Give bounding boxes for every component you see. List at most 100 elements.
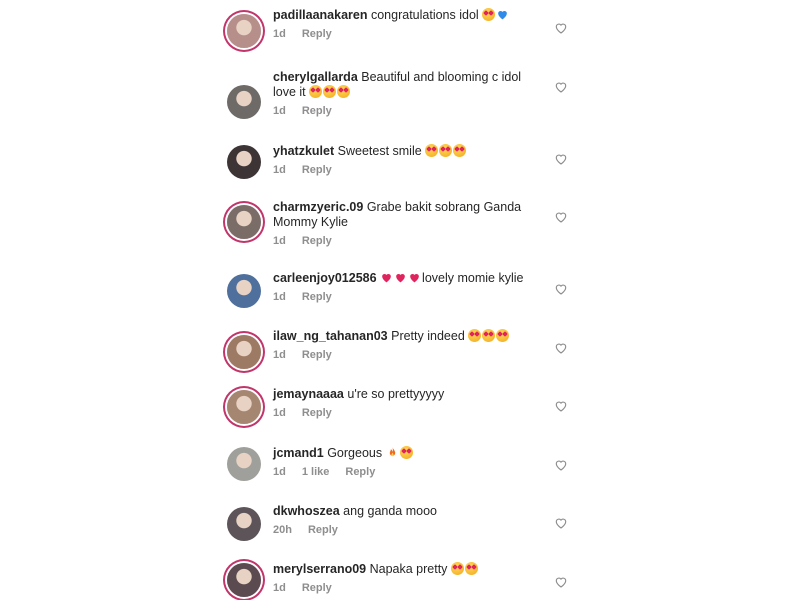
comment-timestamp: 1d bbox=[273, 105, 286, 117]
heart-eyes-emoji-icon bbox=[425, 144, 439, 157]
heart-outline-icon[interactable] bbox=[554, 516, 568, 530]
heart-eyes-emoji-icon bbox=[323, 85, 337, 98]
avatar[interactable] bbox=[227, 507, 261, 541]
heart-eyes-emoji-icon bbox=[468, 329, 482, 342]
heart-eyes-emoji-icon bbox=[482, 329, 496, 342]
comment-timestamp: 1d bbox=[273, 291, 286, 303]
comment-line: padillaanakaren congratulations idol bbox=[273, 8, 538, 23]
red-heart-emoji-icon bbox=[408, 271, 421, 284]
comment-text: Sweetest smile bbox=[337, 144, 422, 158]
comment-timestamp: 1d bbox=[273, 28, 286, 40]
comment-line: cherylgallarda Beautiful and blooming c … bbox=[273, 70, 538, 100]
comment-text: Gorgeous bbox=[327, 446, 383, 460]
comment-emojis bbox=[425, 144, 467, 158]
comment-meta: 1d Reply bbox=[273, 27, 538, 42]
avatar[interactable] bbox=[227, 274, 261, 308]
comment-username[interactable]: cherylgallarda bbox=[273, 70, 358, 84]
heart-outline-icon[interactable] bbox=[554, 341, 568, 355]
comment-line: jemaynaaaa u're so prettyyyyy bbox=[273, 387, 538, 402]
comment-body: padillaanakaren congratulations idol 1d R… bbox=[273, 8, 538, 42]
comments-panel: padillaanakaren congratulations idol 1d R… bbox=[214, 0, 586, 600]
heart-outline-icon[interactable] bbox=[554, 399, 568, 413]
avatar[interactable] bbox=[227, 335, 261, 369]
comment-timestamp: 20h bbox=[273, 524, 292, 536]
comment-body: charmzyeric.09 Grabe bakit sobrang Ganda… bbox=[273, 200, 538, 249]
heart-eyes-emoji-icon bbox=[453, 144, 467, 157]
reply-button[interactable]: Reply bbox=[302, 27, 332, 42]
heart-eyes-emoji-icon bbox=[439, 144, 453, 157]
comment-meta: 1d Reply bbox=[273, 406, 538, 421]
comment-line: dkwhoszea ang ganda mooo bbox=[273, 504, 538, 519]
comment-username[interactable]: jemaynaaaa bbox=[273, 387, 344, 401]
heart-eyes-emoji-icon bbox=[309, 85, 323, 98]
comment-meta: 1d Reply bbox=[273, 234, 538, 249]
reply-button[interactable]: Reply bbox=[345, 465, 375, 480]
comment-text: lovely momie kylie bbox=[422, 271, 524, 285]
comment-timestamp: 1d bbox=[273, 466, 286, 478]
comment-body: cherylgallarda Beautiful and blooming c … bbox=[273, 70, 538, 119]
comment-text: Pretty indeed bbox=[391, 329, 465, 343]
comment-body: jemaynaaaa u're so prettyyyyy 1d Reply bbox=[273, 387, 538, 421]
comment-body: carleenjoy012586 lovely momie kylie 1d Rep… bbox=[273, 271, 538, 305]
comment-emojis bbox=[468, 329, 510, 343]
reply-button[interactable]: Reply bbox=[302, 290, 332, 305]
red-heart-emoji-icon bbox=[380, 271, 393, 284]
comment-timestamp: 1d bbox=[273, 349, 286, 361]
comment-username[interactable]: merylserrano09 bbox=[273, 562, 366, 576]
heart-eyes-emoji-icon bbox=[337, 85, 351, 98]
comment-timestamp: 1d bbox=[273, 164, 286, 176]
comment-emojis bbox=[380, 271, 422, 285]
comment-text: congratulations idol bbox=[370, 8, 479, 22]
comment-timestamp: 1d bbox=[273, 407, 286, 419]
comment-meta: 1d Reply bbox=[273, 104, 538, 119]
reply-button[interactable]: Reply bbox=[302, 104, 332, 119]
comment-emojis bbox=[309, 85, 351, 99]
heart-outline-icon[interactable] bbox=[554, 21, 568, 35]
reply-button[interactable]: Reply bbox=[308, 523, 338, 538]
reply-button[interactable]: Reply bbox=[302, 348, 332, 363]
heart-eyes-emoji-icon bbox=[464, 562, 478, 575]
comment-meta: 1d 1 like Reply bbox=[273, 465, 538, 480]
comment-username[interactable]: ilaw_ng_tahanan03 bbox=[273, 329, 388, 343]
comment-emojis bbox=[450, 562, 479, 576]
heart-eyes-emoji-icon bbox=[496, 329, 510, 342]
comment-username[interactable]: yhatzkulet bbox=[273, 144, 334, 158]
comment-line: jcmand1 Gorgeous bbox=[273, 446, 538, 461]
avatar[interactable] bbox=[227, 85, 261, 119]
comment-username[interactable]: dkwhoszea bbox=[273, 504, 340, 518]
reply-button[interactable]: Reply bbox=[302, 406, 332, 421]
avatar[interactable] bbox=[227, 205, 261, 239]
avatar[interactable] bbox=[227, 145, 261, 179]
avatar[interactable] bbox=[227, 14, 261, 48]
comment-body: dkwhoszea ang ganda mooo 20h Reply bbox=[273, 504, 538, 538]
heart-outline-icon[interactable] bbox=[554, 458, 568, 472]
comment-emojis bbox=[482, 8, 510, 22]
heart-outline-icon[interactable] bbox=[554, 210, 568, 224]
heart-outline-icon[interactable] bbox=[554, 282, 568, 296]
comment-like-count[interactable]: 1 like bbox=[302, 465, 330, 480]
comment-meta: 1d Reply bbox=[273, 163, 538, 178]
comment-username[interactable]: padillaanakaren bbox=[273, 8, 368, 22]
red-heart-emoji-icon bbox=[394, 271, 407, 284]
reply-button[interactable]: Reply bbox=[302, 234, 332, 249]
reply-button[interactable]: Reply bbox=[302, 163, 332, 178]
avatar[interactable] bbox=[227, 390, 261, 424]
comment-meta: 20h Reply bbox=[273, 523, 538, 538]
comment-emojis bbox=[386, 446, 414, 460]
comment-username[interactable]: carleenjoy012586 bbox=[273, 271, 377, 285]
comment-username[interactable]: charmzyeric.09 bbox=[273, 200, 363, 214]
reply-button[interactable]: Reply bbox=[302, 581, 332, 596]
heart-outline-icon[interactable] bbox=[554, 575, 568, 589]
comment-text: ang ganda mooo bbox=[343, 504, 438, 518]
heart-outline-icon[interactable] bbox=[554, 152, 568, 166]
heart-outline-icon[interactable] bbox=[554, 80, 568, 94]
comment-text: Napaka pretty bbox=[369, 562, 448, 576]
avatar[interactable] bbox=[227, 447, 261, 481]
comment-body: yhatzkulet Sweetest smile 1d Reply bbox=[273, 144, 538, 178]
comment-username[interactable]: jcmand1 bbox=[273, 446, 324, 460]
heart-eyes-emoji-icon bbox=[399, 446, 413, 459]
fire-emoji-icon bbox=[386, 446, 399, 459]
heart-eyes-emoji-icon bbox=[450, 562, 464, 575]
comment-body: merylserrano09 Napaka pretty 1d Reply bbox=[273, 562, 538, 596]
avatar[interactable] bbox=[227, 563, 261, 597]
